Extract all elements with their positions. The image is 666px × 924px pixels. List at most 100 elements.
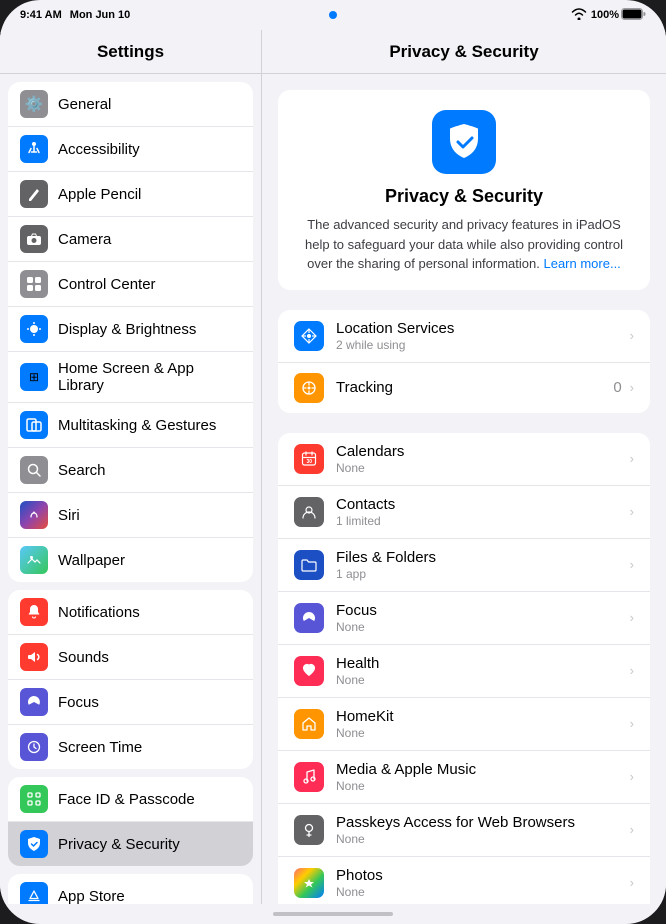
learn-more-link[interactable]: Learn more... xyxy=(543,256,620,271)
wifi-icon xyxy=(571,8,587,23)
home-screen-icon: ⊞ xyxy=(20,363,48,391)
homekit-right: › xyxy=(626,716,634,731)
sidebar-item-home-screen[interactable]: ⊞ Home Screen & App Library xyxy=(8,352,253,403)
sidebar-label-general: General xyxy=(58,96,111,113)
apple-pencil-icon xyxy=(20,180,48,208)
media-music-subtitle: None xyxy=(336,779,626,793)
calendars-chevron: › xyxy=(630,451,634,466)
health-icon xyxy=(294,656,324,686)
sidebar-label-screen-time: Screen Time xyxy=(58,739,142,756)
media-music-icon xyxy=(294,762,324,792)
sidebar-item-notifications[interactable]: Notifications xyxy=(8,590,253,635)
location-services-content: Location Services 2 while using xyxy=(336,320,626,352)
passkeys-content: Passkeys Access for Web Browsers None xyxy=(336,814,626,846)
main-scroll[interactable]: Privacy & Security The advanced security… xyxy=(262,74,666,904)
status-date: Mon Jun 10 xyxy=(70,9,131,21)
photos-subtitle: None xyxy=(336,885,626,899)
media-music-content: Media & Apple Music None xyxy=(336,761,626,793)
sidebar-item-search[interactable]: Search xyxy=(8,448,253,493)
main-panel: Privacy & Security Privacy & Security Th… xyxy=(262,30,666,904)
health-right: › xyxy=(626,663,634,678)
location-services-right: › xyxy=(626,328,634,343)
screen-time-icon xyxy=(20,733,48,761)
sidebar-item-sounds[interactable]: Sounds xyxy=(8,635,253,680)
photos-content: Photos None xyxy=(336,867,626,899)
battery-indicator: 100% xyxy=(591,8,646,23)
calendars-right: › xyxy=(626,451,634,466)
focus-perm-content: Focus None xyxy=(336,602,626,634)
sidebar-label-privacy: Privacy & Security xyxy=(58,836,180,853)
sidebar-item-wallpaper[interactable]: Wallpaper xyxy=(8,538,253,582)
calendars-row[interactable]: 30 Calendars None › xyxy=(278,433,650,486)
sidebar-label-app-store: App Store xyxy=(58,888,125,905)
status-time: 9:41 AM xyxy=(20,9,62,21)
sidebar-label-home-screen: Home Screen & App Library xyxy=(58,360,241,394)
sidebar-item-face-id[interactable]: Face ID & Passcode xyxy=(8,777,253,822)
passkeys-subtitle: None xyxy=(336,832,626,846)
passkeys-icon xyxy=(294,815,324,845)
location-services-title: Location Services xyxy=(336,320,626,337)
homekit-row[interactable]: HomeKit None › xyxy=(278,698,650,751)
tracking-content: Tracking xyxy=(336,379,613,396)
status-bar-left: 9:41 AM Mon Jun 10 xyxy=(20,9,130,21)
sidebar-item-app-store[interactable]: App Store xyxy=(8,874,253,904)
face-id-icon xyxy=(20,785,48,813)
sidebar-label-search: Search xyxy=(58,462,106,479)
calendars-icon: 30 xyxy=(294,444,324,474)
sidebar-item-camera[interactable]: Camera xyxy=(8,217,253,262)
contacts-row[interactable]: Contacts 1 limited › xyxy=(278,486,650,539)
focus-icon xyxy=(20,688,48,716)
tracking-badge: 0 xyxy=(613,379,621,396)
homekit-chevron: › xyxy=(630,716,634,731)
sidebar-item-display[interactable]: Display & Brightness xyxy=(8,307,253,352)
sidebar-item-siri[interactable]: Siri xyxy=(8,493,253,538)
dot-indicator xyxy=(329,11,337,19)
device-frame: 9:41 AM Mon Jun 10 100% xyxy=(0,0,666,924)
files-folders-content: Files & Folders 1 app xyxy=(336,549,626,581)
passkeys-right: › xyxy=(626,822,634,837)
status-bar: 9:41 AM Mon Jun 10 100% xyxy=(0,0,666,30)
tracking-chevron: › xyxy=(630,380,634,395)
sidebar-item-control-center[interactable]: Control Center xyxy=(8,262,253,307)
search-icon xyxy=(20,456,48,484)
calendars-subtitle: None xyxy=(336,461,626,475)
media-music-chevron: › xyxy=(630,769,634,784)
multitasking-icon xyxy=(20,411,48,439)
sidebar-group-1: ⚙️ General Accessibility Apple Pencil xyxy=(8,82,253,582)
focus-perm-chevron: › xyxy=(630,610,634,625)
contacts-chevron: › xyxy=(630,504,634,519)
files-folders-row[interactable]: Files & Folders 1 app › xyxy=(278,539,650,592)
photos-row[interactable]: Photos None › xyxy=(278,857,650,905)
location-services-row[interactable]: Location Services 2 while using › xyxy=(278,310,650,363)
sidebar-label-multitasking: Multitasking & Gestures xyxy=(58,417,216,434)
health-row[interactable]: Health None › xyxy=(278,645,650,698)
focus-perm-title: Focus xyxy=(336,602,626,619)
sidebar-item-accessibility[interactable]: Accessibility xyxy=(8,127,253,172)
sidebar-item-multitasking[interactable]: Multitasking & Gestures xyxy=(8,403,253,448)
sidebar-item-focus[interactable]: Focus xyxy=(8,680,253,725)
sidebar-group-3: Face ID & Passcode Privacy & Security xyxy=(8,777,253,866)
homekit-content: HomeKit None xyxy=(336,708,626,740)
media-music-right: › xyxy=(626,769,634,784)
sidebar-group-2: Notifications Sounds Focus xyxy=(8,590,253,769)
sidebar-item-general[interactable]: ⚙️ General xyxy=(8,82,253,127)
sidebar-scroll[interactable]: ⚙️ General Accessibility Apple Pencil xyxy=(0,74,261,904)
location-chevron: › xyxy=(630,328,634,343)
sounds-icon xyxy=(20,643,48,671)
passkeys-row[interactable]: Passkeys Access for Web Browsers None › xyxy=(278,804,650,857)
sidebar-label-apple-pencil: Apple Pencil xyxy=(58,186,141,203)
location-services-subtitle: 2 while using xyxy=(336,338,626,352)
sidebar-item-apple-pencil[interactable]: Apple Pencil xyxy=(8,172,253,217)
status-bar-right: 100% xyxy=(571,8,646,23)
tracking-row[interactable]: Tracking 0 › xyxy=(278,363,650,413)
battery-label: 100% xyxy=(591,9,619,21)
sidebar-item-screen-time[interactable]: Screen Time xyxy=(8,725,253,769)
health-chevron: › xyxy=(630,663,634,678)
sidebar-label-camera: Camera xyxy=(58,231,111,248)
focus-row[interactable]: Focus None › xyxy=(278,592,650,645)
location-services-icon xyxy=(294,321,324,351)
sidebar-label-wallpaper: Wallpaper xyxy=(58,552,125,569)
contacts-content: Contacts 1 limited xyxy=(336,496,626,528)
media-music-row[interactable]: Media & Apple Music None › xyxy=(278,751,650,804)
sidebar-item-privacy[interactable]: Privacy & Security xyxy=(8,822,253,866)
